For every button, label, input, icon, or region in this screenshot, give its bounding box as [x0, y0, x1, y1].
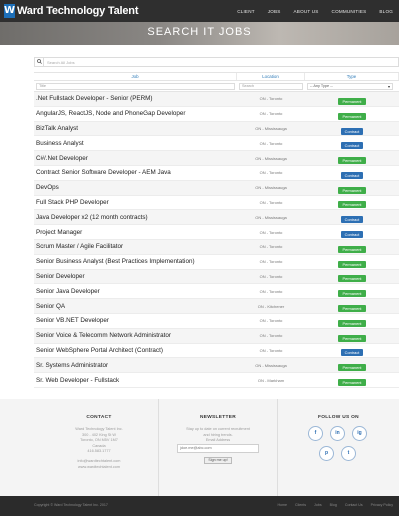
job-title-link[interactable]: Scrum Master / Agile Facilitator: [34, 243, 237, 250]
nav-communities[interactable]: COMMUNITIES: [332, 9, 367, 14]
logo-text: Ward Technology Talent: [17, 5, 139, 17]
type-filter-select[interactable]: -- Any Type -- ▾: [307, 82, 393, 90]
job-location: ON - Toronto: [259, 96, 283, 102]
job-location: ON - Markham: [257, 377, 285, 383]
title-filter-input[interactable]: Title: [36, 82, 235, 90]
bottom-link[interactable]: Contact Us: [345, 503, 363, 507]
bottom-bar: Copyright © Ward Technology Talent Inc. …: [0, 496, 399, 516]
job-title-link[interactable]: Senior Developer: [34, 273, 237, 280]
linkedin-icon[interactable]: in: [330, 426, 345, 441]
job-location: ON - Mississauga: [255, 125, 287, 131]
header-type[interactable]: Type: [305, 73, 399, 80]
instagram-icon[interactable]: ig: [352, 426, 367, 441]
footer-follow: FOLLOW US ON f in ig p t: [278, 399, 399, 496]
job-location: ON - Mississauga: [255, 362, 287, 368]
job-location: ON - Toronto: [259, 170, 283, 176]
table-header: Job Location Type: [34, 72, 399, 81]
job-location: ON - Toronto: [259, 347, 283, 353]
job-title-link[interactable]: Project Manager: [34, 229, 237, 236]
bottom-link[interactable]: Blog: [330, 503, 337, 507]
job-title-link[interactable]: Business Analyst: [34, 140, 237, 147]
job-location: ON - Toronto: [259, 199, 283, 205]
job-title-link[interactable]: Full Stack PHP Developer: [34, 199, 237, 206]
bottom-link[interactable]: Home: [277, 503, 287, 507]
footer: CONTACT Ward Technology Talent Inc. 300 -…: [0, 399, 399, 496]
job-location: ON - Toronto: [259, 318, 283, 324]
newsletter-heading: NEWSLETTER: [199, 415, 237, 420]
main-nav: CLIENT JOBS ABOUT US COMMUNITIES BLOG: [224, 0, 393, 22]
pinterest-icon[interactable]: p: [319, 446, 334, 461]
contact-heading: CONTACT: [86, 415, 112, 420]
search-bar[interactable]: Search All Jobs: [34, 57, 399, 67]
header-location[interactable]: Location: [237, 73, 305, 80]
job-location: ON - Mississauga: [255, 185, 287, 191]
facebook-icon[interactable]: f: [308, 426, 323, 441]
email-field[interactable]: jdoe.me@abc.com: [177, 443, 259, 453]
twitter-icon[interactable]: t: [341, 446, 356, 461]
nav-jobs[interactable]: JOBS: [268, 9, 281, 14]
job-location: ON - Toronto: [259, 140, 283, 146]
job-title-link[interactable]: Sr. Web Developer - Fullstack: [34, 377, 237, 384]
bottom-links: Home Clients Jobs Blog Contact Us Privacy Pol…: [269, 503, 393, 507]
search-input[interactable]: Search All Jobs: [47, 60, 75, 65]
job-location: ON - Mississauga: [255, 214, 287, 220]
job-title-link[interactable]: .Net Fullstack Developer - Senior (PERM): [34, 95, 237, 102]
footer-newsletter: NEWSLETTER Stay up to date on current re…: [158, 399, 278, 496]
logo-mark: W: [4, 4, 16, 18]
hero-banner: SEARCH IT JOBS: [0, 22, 399, 45]
job-title-link[interactable]: Senior Java Developer: [34, 288, 237, 295]
header-job[interactable]: Job: [34, 73, 237, 80]
job-title-link[interactable]: DevOps: [34, 184, 237, 191]
job-location: ON - Toronto: [259, 259, 283, 265]
page-title: SEARCH IT JOBS: [147, 26, 252, 38]
logo[interactable]: W Ward Technology Talent: [4, 3, 138, 19]
search-icon: [35, 58, 44, 66]
table-row[interactable]: Sr. Web Developer - Fullstack ON - Markha…: [34, 373, 399, 388]
job-location: ON - Toronto: [259, 333, 283, 339]
job-title-link[interactable]: BizTalk Analyst: [34, 125, 237, 132]
chevron-down-icon: ▾: [387, 83, 390, 89]
job-title-link[interactable]: C#/.Net Developer: [34, 155, 237, 162]
job-location: ON - Toronto: [259, 273, 283, 279]
job-type-cell: Permanent: [305, 371, 399, 389]
job-title-link[interactable]: Java Developer x2 (12 month contracts): [34, 214, 237, 221]
job-location: ON - Mississauga: [255, 155, 287, 161]
job-title-link[interactable]: Sr. Systems Administrator: [34, 362, 237, 369]
footer-contact: CONTACT Ward Technology Talent Inc. 300 -…: [40, 399, 158, 496]
location-filter-input[interactable]: Search: [239, 82, 303, 90]
job-title-link[interactable]: Senior WebSphere Portal Architect (Contr…: [34, 347, 237, 354]
type-filter-value: -- Any Type --: [310, 83, 333, 88]
bottom-link[interactable]: Jobs: [314, 503, 322, 507]
job-title-link[interactable]: Senior QA: [34, 303, 237, 310]
job-rows: .Net Fullstack Developer - Senior (PERM)…: [34, 92, 399, 388]
nav-about-us[interactable]: ABOUT US: [294, 9, 319, 14]
bottom-link[interactable]: Clients: [295, 503, 306, 507]
job-location: ON - Toronto: [259, 229, 283, 235]
job-type-badge: Permanent: [338, 379, 366, 387]
job-title-link[interactable]: Contract Senior Software Developer - AEM…: [34, 169, 237, 176]
nav-client[interactable]: CLIENT: [237, 9, 255, 14]
follow-heading: FOLLOW US ON: [318, 415, 359, 420]
top-navbar: W Ward Technology Talent CLIENT JOBS ABO…: [0, 0, 399, 22]
sign-up-button[interactable]: Sign me up!: [204, 456, 232, 464]
job-title-link[interactable]: AngularJS, ReactJS, Node and PhoneGap De…: [34, 110, 237, 117]
contact-line[interactable]: www.wardtechtalent.com: [40, 465, 158, 471]
job-location: ON - Toronto: [259, 288, 283, 294]
nav-blog[interactable]: BLOG: [379, 9, 393, 14]
job-title-link[interactable]: Senior VB.NET Developer: [34, 317, 237, 324]
job-location: ON - Kitchener: [257, 303, 285, 309]
job-location: ON - Toronto: [259, 244, 283, 250]
copyright-text: Copyright © Ward Technology Talent Inc. …: [34, 503, 108, 507]
job-title-link[interactable]: Senior Business Analyst (Best Practices …: [34, 258, 237, 265]
jobs-table-area: Search All Jobs Job Location Type Title …: [34, 57, 399, 388]
job-title-link[interactable]: Senior Voice & Telecomm Network Administ…: [34, 332, 237, 339]
bottom-link[interactable]: Privacy Policy: [371, 503, 393, 507]
job-location: ON - Toronto: [259, 111, 283, 117]
contact-lines: Ward Technology Talent Inc. 300 - 402 Kin…: [40, 427, 158, 470]
